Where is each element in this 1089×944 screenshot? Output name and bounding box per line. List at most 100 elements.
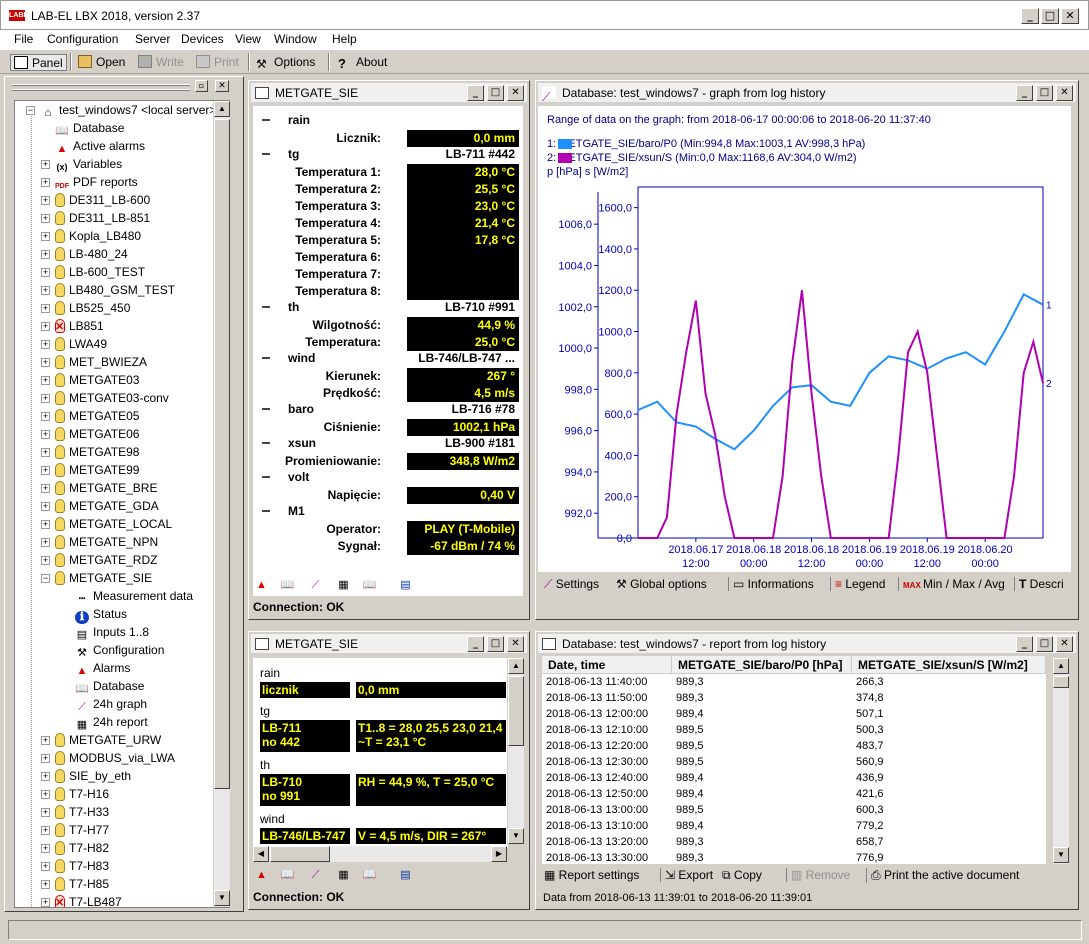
sensor-vscrollbar[interactable]: ▲ ▼	[507, 658, 524, 844]
tree-item[interactable]: + DE311_LB-851	[41, 209, 150, 227]
tree-item[interactable]: + T7-H16	[41, 785, 109, 803]
tree-item[interactable]: + METGATE03	[41, 371, 139, 389]
tree-item[interactable]: + MODBUS_via_LWA	[41, 749, 175, 767]
minimize-button[interactable]: _	[467, 85, 484, 101]
menu-server[interactable]: Server	[135, 32, 170, 46]
tree-item[interactable]: + LB525_450	[41, 299, 130, 317]
maximize-button[interactable]: □	[1036, 85, 1053, 101]
scroll-down-button[interactable]: ▼	[1053, 847, 1069, 863]
collapse-icon[interactable]	[262, 119, 270, 121]
menu-configuration[interactable]: Configuration	[47, 32, 118, 46]
tree-item[interactable]: + T7-H85	[41, 875, 109, 893]
table-row[interactable]: 2018-06-13 12:50:00 989,4 421,6	[542, 787, 1046, 803]
book-open-icon[interactable]: 📖	[362, 868, 377, 882]
sensor-hscrollbar[interactable]: ◀ ▶	[253, 846, 507, 862]
table-row[interactable]: 2018-06-13 13:20:00 989,3 658,7	[542, 835, 1046, 851]
expand-icon[interactable]: +	[41, 268, 50, 277]
tree-item[interactable]: + SIE_by_eth	[41, 767, 131, 785]
tab-min-max-avg[interactable]: MAX Min / Max / Avg	[898, 577, 1005, 591]
graph-icon[interactable]: ⟋	[308, 868, 323, 882]
expand-icon[interactable]: +	[41, 808, 50, 817]
menu-view[interactable]: View	[235, 32, 261, 46]
maximize-button[interactable]: □	[487, 85, 504, 101]
tree-item[interactable]: + DE311_LB-600	[41, 191, 150, 209]
expand-icon[interactable]: +	[41, 232, 50, 241]
tree-item[interactable]: + Kopla_LB480	[41, 227, 141, 245]
expand-icon[interactable]: +	[41, 412, 50, 421]
tree-item[interactable]: ⚒ Configuration	[75, 641, 164, 659]
tree-close-button[interactable]: ✕	[215, 80, 229, 92]
tree-scrollbar[interactable]: ▲ ▼	[213, 101, 230, 907]
tab-informations[interactable]: ▭ Informations	[728, 577, 814, 591]
tree-item[interactable]: ⟋ 24h graph	[75, 695, 147, 713]
expand-icon[interactable]: +	[41, 466, 50, 475]
tree-item[interactable]: + T7-H82	[41, 839, 109, 857]
minimize-button[interactable]: _	[1016, 85, 1033, 101]
tree-item[interactable]: + T7-H77	[41, 821, 109, 839]
tab-global-options[interactable]: ⚒ Global options	[616, 577, 707, 591]
grid-icon[interactable]: ▦	[336, 578, 351, 592]
tree-item[interactable]: + T7-LB487	[41, 893, 122, 907]
minimize-button[interactable]: _	[1021, 8, 1039, 24]
scroll-thumb[interactable]	[214, 119, 230, 789]
collapse-icon[interactable]	[262, 476, 270, 478]
tree-item[interactable]: ▲ Active alarms	[55, 137, 145, 155]
alarm-icon[interactable]: ▲	[254, 578, 269, 592]
collapse-icon[interactable]	[262, 442, 270, 444]
collapse-icon[interactable]	[262, 408, 270, 410]
tree-item[interactable]: + METGATE_NPN	[41, 533, 158, 551]
tree-item[interactable]: ▲ Alarms	[75, 659, 131, 677]
table-row[interactable]: 2018-06-13 13:30:00 989,3 776,9	[542, 851, 1046, 864]
collapse-icon[interactable]	[262, 306, 270, 308]
alarm-icon[interactable]: ▲	[254, 868, 269, 882]
table-row[interactable]: 2018-06-13 12:40:00 989,4 436,9	[542, 771, 1046, 787]
tree-item[interactable]: + LB851	[41, 317, 104, 336]
close-button[interactable]: ✕	[1056, 636, 1073, 652]
scroll-thumb[interactable]	[508, 676, 524, 746]
tree-item[interactable]: − METGATE_SIE	[41, 569, 152, 587]
menu-window[interactable]: Window	[274, 32, 317, 46]
expand-icon[interactable]: +	[41, 286, 50, 295]
expand-icon[interactable]: +	[41, 826, 50, 835]
expand-icon[interactable]: +	[41, 214, 50, 223]
chart-svg[interactable]: 992,0994,0996,0998,01000,01002,01004,010…	[538, 106, 1071, 572]
minimize-button[interactable]: _	[467, 636, 484, 652]
tree-item[interactable]: + (x) Variables	[41, 155, 122, 173]
printer-icon[interactable]: ▤	[398, 578, 413, 592]
tree-item[interactable]: + PDF PDF reports	[41, 173, 138, 191]
table-row[interactable]: 2018-06-13 12:00:00 989,4 507,1	[542, 707, 1046, 723]
expand-icon[interactable]: +	[41, 160, 50, 169]
collapse-icon[interactable]: −	[41, 574, 50, 583]
table-row[interactable]: 2018-06-13 12:30:00 989,5 560,9	[542, 755, 1046, 771]
expand-icon[interactable]: +	[41, 196, 50, 205]
expand-icon[interactable]: +	[41, 394, 50, 403]
expand-icon[interactable]: +	[41, 376, 50, 385]
expand-icon[interactable]: +	[41, 484, 50, 493]
scroll-up-button[interactable]: ▲	[508, 658, 524, 674]
expand-icon[interactable]: +	[41, 862, 50, 871]
tree-item[interactable]: + LB-480_24	[41, 245, 128, 263]
printer-icon[interactable]: ▤	[398, 868, 413, 882]
maximize-button[interactable]: □	[1036, 636, 1053, 652]
tree-item[interactable]: + LB-600_TEST	[41, 263, 145, 281]
tree-item[interactable]: + LWA49	[41, 335, 107, 353]
options-button[interactable]: ⚒ Options	[256, 54, 315, 71]
tree-item[interactable]: + METGATE98	[41, 443, 139, 461]
column-header[interactable]: METGATE_SIE/xsun/S [W/m2]	[852, 656, 1046, 674]
about-button[interactable]: ? About	[338, 54, 387, 71]
tree-item[interactable]: + METGATE_RDZ	[41, 551, 157, 569]
scroll-right-button[interactable]: ▶	[491, 846, 507, 862]
tree-item[interactable]: + T7-H83	[41, 857, 109, 875]
remove-button[interactable]: ▥ Remove	[786, 868, 850, 882]
tree-item[interactable]: + METGATE05	[41, 407, 139, 425]
tree-item[interactable]: + METGATE_GDA	[41, 497, 159, 515]
expand-icon[interactable]: +	[41, 340, 50, 349]
tree-item[interactable]: + METGATE03-conv	[41, 389, 169, 407]
tree-item[interactable]: + METGATE99	[41, 461, 139, 479]
report-scrollbar[interactable]: ▲ ▼	[1052, 658, 1069, 864]
collapse-icon[interactable]	[262, 153, 270, 155]
expand-icon[interactable]: +	[41, 556, 50, 565]
expand-icon[interactable]: +	[41, 754, 50, 763]
print-button[interactable]: Print	[196, 54, 239, 71]
copy-button[interactable]: ⧉ Copy	[722, 868, 762, 883]
